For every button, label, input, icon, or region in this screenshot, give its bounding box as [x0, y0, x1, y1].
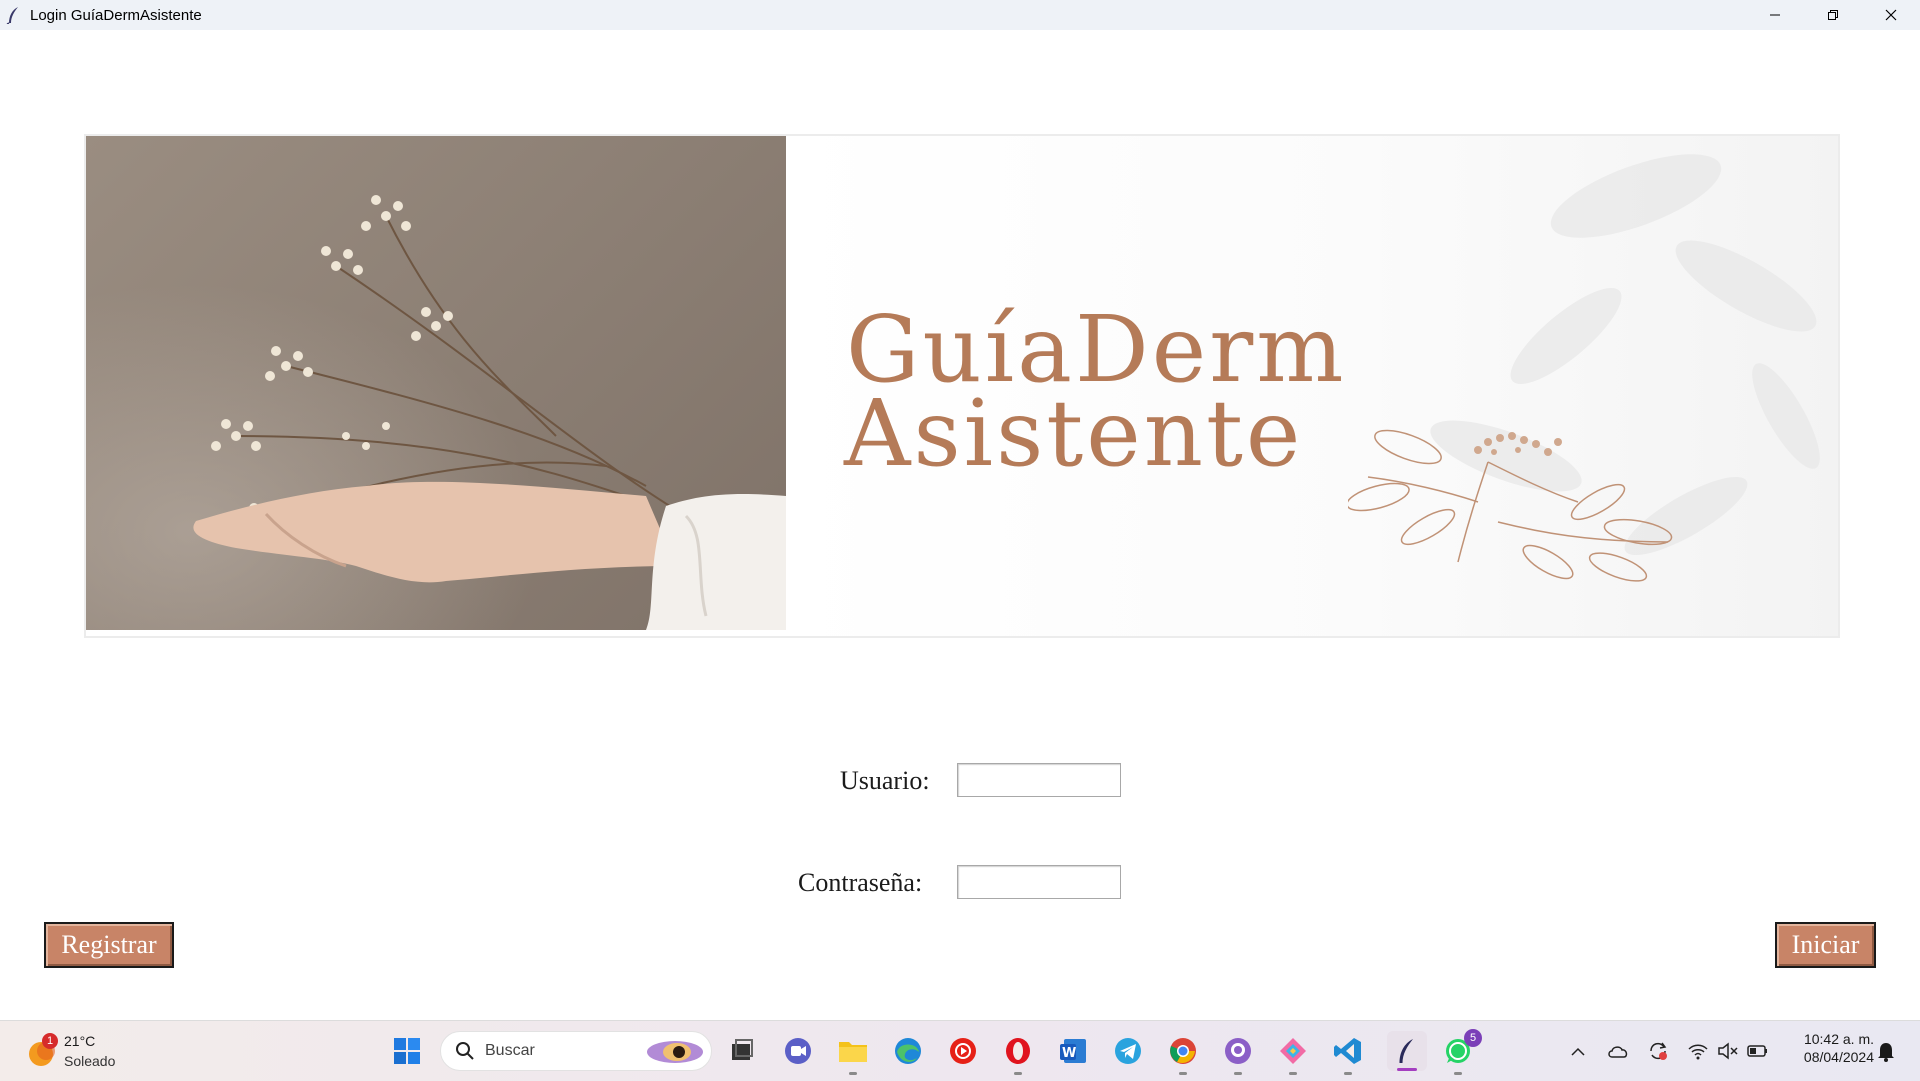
chat-camera-icon [785, 1038, 811, 1064]
search-placeholder: Buscar [485, 1042, 535, 1059]
github-desktop-button[interactable] [1222, 1035, 1254, 1075]
running-indicator [1454, 1072, 1462, 1075]
weather-widget[interactable]: 1 21°C Soleado [26, 1031, 136, 1073]
edge-button[interactable] [892, 1035, 924, 1067]
running-indicator [1344, 1072, 1352, 1075]
feather-icon [6, 7, 18, 24]
active-indicator [1397, 1068, 1417, 1071]
vscode-icon [1334, 1038, 1361, 1064]
wifi-button[interactable] [1686, 1039, 1710, 1063]
wifi-icon [1688, 1044, 1708, 1060]
battery-button[interactable] [1746, 1039, 1770, 1063]
minimize-button[interactable] [1746, 0, 1804, 30]
weather-description: Soleado [64, 1053, 116, 1069]
battery-icon [1747, 1045, 1767, 1057]
weather-alert-badge: 1 [42, 1033, 58, 1049]
volume-muted-icon [1718, 1042, 1738, 1060]
telegram-button[interactable] [1112, 1035, 1144, 1067]
login-button[interactable]: Iniciar [1775, 922, 1876, 968]
running-indicator [1014, 1072, 1022, 1075]
botanical-drawing [1348, 429, 1673, 582]
running-indicator [1234, 1072, 1242, 1075]
onedrive-button[interactable] [1606, 1039, 1630, 1063]
cloud-icon [1608, 1046, 1628, 1058]
sync-icon [1650, 1042, 1667, 1060]
eye-illustration-icon [647, 1041, 703, 1063]
username-input[interactable] [957, 763, 1121, 797]
feather-app-button[interactable] [1387, 1031, 1427, 1071]
clock-date: 08/04/2024 [1803, 1049, 1874, 1065]
bell-icon [1878, 1043, 1894, 1062]
volume-button[interactable] [1716, 1039, 1740, 1063]
whatsapp-notification-badge: 5 [1464, 1029, 1482, 1047]
telegram-icon [1115, 1038, 1141, 1064]
start-button[interactable] [391, 1035, 423, 1067]
word-button[interactable]: W [1057, 1035, 1089, 1067]
youtube-music-button[interactable] [947, 1035, 979, 1067]
opera-button[interactable] [1002, 1035, 1034, 1075]
search-icon [456, 1042, 474, 1060]
chevron-up-icon [1571, 1047, 1585, 1056]
weather-temperature: 21°C [64, 1033, 96, 1049]
running-indicator [849, 1072, 857, 1075]
taskbar-search[interactable]: Buscar [440, 1031, 712, 1071]
diamond-app-icon [1280, 1038, 1306, 1064]
taskbar: 1 21°C Soleado Buscar W 5 10:42 a. m. 08… [0, 1020, 1920, 1081]
password-input[interactable] [957, 865, 1121, 899]
hand-flowers-illustration [86, 136, 786, 630]
feather-icon [1399, 1039, 1413, 1063]
notifications-button[interactable] [1874, 1039, 1898, 1063]
clock-time: 10:42 a. m. [1803, 1031, 1874, 1047]
clock-button[interactable]: 10:42 a. m. 08/04/2024 [1784, 1031, 1874, 1071]
zoom-app-button[interactable] [782, 1035, 814, 1067]
chrome-icon [1170, 1038, 1196, 1064]
word-icon: W [1060, 1039, 1086, 1063]
chrome-button[interactable] [1167, 1035, 1199, 1075]
opera-icon [1006, 1038, 1030, 1064]
minimize-icon [1770, 14, 1780, 16]
username-label: Usuario: [840, 766, 930, 795]
restore-button[interactable] [1804, 0, 1862, 30]
windows-icon [394, 1038, 420, 1064]
whatsapp-button[interactable]: 5 [1442, 1029, 1482, 1075]
folder-icon [839, 1042, 867, 1062]
running-indicator [1179, 1072, 1187, 1075]
running-indicator [1289, 1072, 1297, 1075]
window-controls [1746, 0, 1920, 30]
restore-icon [1828, 10, 1838, 20]
close-button[interactable] [1862, 0, 1920, 30]
login-window: GuíaDerm Asistente Usuario: Contraseña: … [0, 30, 1920, 1020]
task-view-icon [732, 1039, 753, 1060]
brand-title-line2: Asistente [844, 380, 1304, 487]
edge-icon [895, 1038, 921, 1064]
github-icon [1225, 1038, 1251, 1064]
register-button[interactable]: Registrar [44, 922, 174, 968]
hand-flowers-photo [86, 136, 786, 630]
file-explorer-button[interactable] [837, 1035, 869, 1075]
youtube-music-icon [950, 1038, 976, 1064]
title-bar: Login GuíaDermAsistente [0, 0, 1920, 30]
banner: GuíaDerm Asistente [84, 134, 1840, 638]
git-kraken-button[interactable] [1277, 1035, 1309, 1075]
close-icon [1885, 9, 1897, 21]
window-title: Login GuíaDermAsistente [30, 6, 202, 24]
svg-text:W: W [1062, 1046, 1076, 1061]
show-hidden-icons-button[interactable] [1566, 1039, 1590, 1063]
vscode-button[interactable] [1332, 1035, 1364, 1075]
password-label: Contraseña: [798, 868, 923, 897]
sync-button[interactable] [1646, 1039, 1670, 1063]
task-view-button[interactable] [725, 1035, 757, 1067]
